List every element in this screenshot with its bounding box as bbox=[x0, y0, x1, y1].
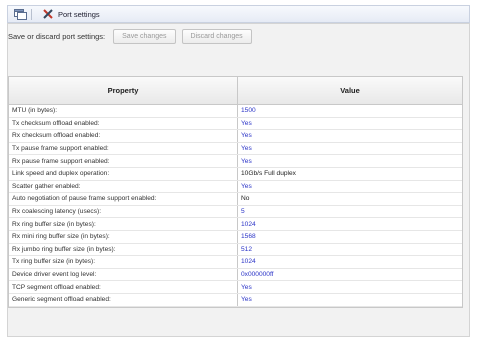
property-cell: Rx jumbo ring buffer size (in bytes): bbox=[9, 243, 238, 256]
save-discard-toolbar: Save or discard port settings: Save chan… bbox=[8, 28, 258, 44]
table-row[interactable]: Rx pause frame support enabled: Yes bbox=[9, 155, 462, 168]
table-row[interactable]: Rx ring buffer size (in bytes): 1024 bbox=[9, 218, 462, 231]
table-row[interactable]: Device driver event log level: 0x000000ff bbox=[9, 268, 462, 282]
property-cell: Rx ring buffer size (in bytes): bbox=[9, 218, 238, 230]
property-cell: Auto negotiation of pause frame support … bbox=[9, 193, 238, 205]
window-title: Port settings bbox=[58, 9, 100, 19]
table-row[interactable]: Tx ring buffer size (in bytes): 1024 bbox=[9, 256, 462, 269]
property-cell: Rx checksum offload enabled: bbox=[9, 130, 238, 142]
property-cell: Scatter gather enabled: bbox=[9, 180, 238, 193]
title-bar: Port settings bbox=[7, 5, 470, 23]
table-row[interactable]: Rx jumbo ring buffer size (in bytes): 512 bbox=[9, 243, 462, 257]
port-settings-table: Property Value MTU (in bytes): 1500 Tx che… bbox=[8, 76, 463, 308]
toolbar-separator bbox=[31, 8, 32, 20]
table-row[interactable]: Rx mini ring buffer size (in bytes): 1568 bbox=[9, 230, 462, 244]
property-cell: MTU (in bytes): bbox=[9, 105, 238, 117]
property-cell: Tx ring buffer size (in bytes): bbox=[9, 256, 238, 268]
table-row[interactable]: Rx checksum offload enabled: Yes bbox=[9, 130, 462, 143]
property-cell: Tx checksum offload enabled: bbox=[9, 117, 238, 130]
value-cell[interactable]: 1500 bbox=[238, 105, 462, 117]
table-row[interactable]: Rx coalescing latency (usecs): 5 bbox=[9, 205, 462, 219]
value-cell[interactable]: 1024 bbox=[238, 256, 462, 268]
property-cell: Link speed and duplex operation: bbox=[9, 167, 238, 180]
value-cell[interactable]: Yes bbox=[238, 118, 462, 130]
column-header-property[interactable]: Property bbox=[9, 77, 238, 104]
value-cell[interactable]: Yes bbox=[238, 155, 462, 167]
tools-icon[interactable] bbox=[41, 8, 55, 20]
window-icon[interactable] bbox=[13, 8, 27, 20]
value-cell[interactable]: Yes bbox=[238, 281, 462, 293]
property-cell: Rx coalescing latency (usecs): bbox=[9, 205, 238, 218]
column-header-value[interactable]: Value bbox=[238, 77, 462, 104]
table-row[interactable]: Scatter gather enabled: Yes bbox=[9, 180, 462, 194]
table-row[interactable]: Link speed and duplex operation: 10Gb/s F… bbox=[9, 167, 462, 181]
save-discard-label: Save or discard port settings: bbox=[8, 31, 106, 41]
value-cell[interactable]: 0x000000ff bbox=[238, 269, 462, 281]
table-row[interactable]: Tx checksum offload enabled: Yes bbox=[9, 117, 462, 131]
table-row[interactable]: Auto negotiation of pause frame support … bbox=[9, 193, 462, 206]
save-changes-button[interactable]: Save changes bbox=[113, 28, 176, 44]
value-cell[interactable]: Yes bbox=[238, 294, 462, 306]
property-cell: Rx pause frame support enabled: bbox=[9, 155, 238, 167]
table-body: MTU (in bytes): 1500 Tx checksum offload e… bbox=[9, 105, 462, 307]
property-cell: Tx pause frame support enabled: bbox=[9, 142, 238, 155]
property-cell: Generic segment offload enabled: bbox=[9, 293, 238, 306]
property-cell: TCP segment offload enabled: bbox=[9, 281, 238, 293]
discard-changes-button[interactable]: Discard changes bbox=[181, 28, 252, 44]
value-cell[interactable]: Yes bbox=[238, 181, 462, 193]
value-cell[interactable]: 512 bbox=[238, 244, 462, 256]
value-cell[interactable]: 5 bbox=[238, 206, 462, 218]
value-cell[interactable]: Yes bbox=[238, 130, 462, 142]
value-cell[interactable]: Yes bbox=[238, 143, 462, 155]
value-cell[interactable]: 10Gb/s Full duplex bbox=[238, 168, 462, 180]
property-cell: Device driver event log level: bbox=[9, 268, 238, 281]
value-cell[interactable]: 1568 bbox=[238, 231, 462, 243]
table-row[interactable]: Tx pause frame support enabled: Yes bbox=[9, 142, 462, 156]
table-row[interactable]: TCP segment offload enabled: Yes bbox=[9, 281, 462, 294]
table-row[interactable]: MTU (in bytes): 1500 bbox=[9, 105, 462, 118]
table-row[interactable]: Generic segment offload enabled: Yes bbox=[9, 293, 462, 307]
table-header: Property Value bbox=[9, 77, 462, 105]
property-cell: Rx mini ring buffer size (in bytes): bbox=[9, 230, 238, 243]
value-cell[interactable]: 1024 bbox=[238, 218, 462, 230]
value-cell[interactable]: No bbox=[238, 193, 462, 205]
